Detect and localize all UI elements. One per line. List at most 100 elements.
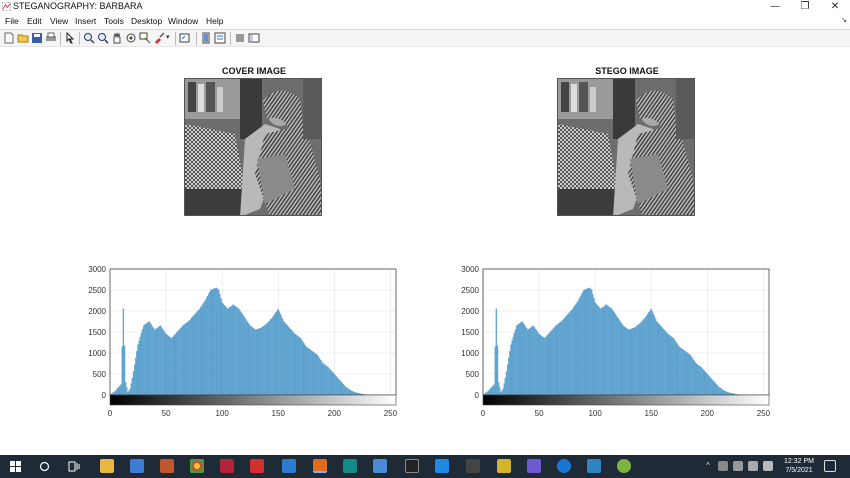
y-tick-label: 2500	[461, 286, 479, 295]
app-icon-13[interactable]	[466, 459, 480, 473]
histogram-bar	[601, 307, 603, 396]
menu-edit[interactable]: Edit	[27, 16, 42, 26]
histogram-bar	[131, 378, 134, 396]
colorbar-icon[interactable]	[200, 32, 212, 44]
menu-view[interactable]: View	[50, 16, 68, 26]
chrome-icon[interactable]	[190, 459, 204, 473]
histogram-bar	[612, 310, 614, 396]
histogram-bar	[288, 327, 291, 396]
app-icon-5[interactable]	[220, 459, 234, 473]
app-icon-15[interactable]	[527, 459, 541, 473]
app-icon-6[interactable]	[250, 459, 264, 473]
histogram-bar	[717, 386, 720, 396]
histogram-bar	[606, 305, 609, 396]
app-icon-10[interactable]	[373, 459, 387, 473]
app-icon-14[interactable]	[497, 459, 511, 473]
histogram-bar	[231, 305, 233, 396]
menu-tools[interactable]: Tools	[104, 16, 124, 26]
brush-icon[interactable]	[153, 32, 165, 44]
zoom-in-icon[interactable]	[83, 32, 95, 44]
menu-file[interactable]: File	[5, 16, 19, 26]
hide-plot-tools-icon[interactable]	[234, 32, 246, 44]
histogram-bar	[674, 339, 676, 396]
grayscale-colorbar	[109, 394, 397, 406]
dock-arrow-icon[interactable]: ↘	[841, 16, 847, 24]
histogram-bar	[259, 328, 261, 396]
histogram-bar	[631, 328, 633, 396]
histogram-bar	[610, 307, 612, 396]
minimize-button[interactable]: —	[760, 0, 790, 14]
histogram-bar	[693, 360, 695, 396]
volume-icon[interactable]	[763, 461, 773, 471]
histogram-bar	[213, 288, 215, 396]
legend-icon[interactable]	[214, 32, 226, 44]
app-icon-3[interactable]	[160, 459, 174, 473]
histogram-bar	[297, 336, 299, 396]
close-button[interactable]: ✕	[820, 0, 850, 14]
link-icon[interactable]	[179, 32, 191, 44]
histogram-bar	[156, 328, 158, 396]
histogram-bar	[200, 307, 202, 396]
app-icon-12[interactable]	[435, 459, 449, 473]
app-icon-18[interactable]	[617, 459, 631, 473]
task-view-icon[interactable]	[68, 461, 80, 472]
histogram-bar	[193, 315, 195, 396]
menu-window[interactable]: Window	[168, 16, 198, 26]
app-icon-7[interactable]	[282, 459, 296, 473]
histogram-bar	[243, 317, 246, 396]
histogram-bar	[642, 319, 644, 396]
histogram-bar	[542, 337, 545, 396]
arduino-icon[interactable]	[343, 459, 357, 473]
histogram-bar	[130, 383, 132, 396]
battery-icon[interactable]	[748, 461, 758, 471]
histogram-bar	[546, 335, 548, 396]
histogram-bar	[121, 346, 123, 396]
histogram-bar	[686, 352, 688, 396]
zoom-out-icon[interactable]	[97, 32, 109, 44]
restore-button[interactable]: ❐	[790, 0, 820, 14]
histogram-bar	[345, 387, 348, 396]
notification-icon[interactable]	[824, 460, 836, 472]
show-plot-tools-icon[interactable]	[248, 32, 260, 44]
brush-dropdown-icon[interactable]: ▾	[166, 33, 170, 41]
menu-desktop[interactable]: Desktop	[131, 16, 162, 26]
print-icon[interactable]	[45, 32, 57, 44]
pointer-icon[interactable]	[64, 32, 76, 44]
pan-icon[interactable]	[111, 32, 123, 44]
system-clock[interactable]: 12:32 PM 7/5/2021	[784, 457, 814, 475]
matlab-icon[interactable]	[313, 459, 327, 473]
histogram-bar	[228, 307, 230, 396]
app-icon-16[interactable]	[557, 459, 571, 473]
histogram-bar	[556, 324, 558, 396]
data-cursor-icon[interactable]	[139, 32, 151, 44]
tray-icon-1[interactable]	[718, 461, 728, 471]
histogram-bar	[202, 303, 204, 396]
app-icon-11[interactable]	[405, 459, 419, 473]
histogram-bar	[724, 391, 726, 396]
windows-start-icon[interactable]	[10, 461, 21, 472]
histogram-bar	[583, 289, 585, 396]
histogram-bar	[165, 333, 167, 396]
histogram-bar	[649, 310, 651, 396]
photos-icon[interactable]	[587, 459, 601, 473]
histogram-bar	[496, 345, 499, 396]
histogram-bar	[566, 315, 568, 396]
histogram-bar	[332, 372, 334, 396]
app-icon-2[interactable]	[130, 459, 144, 473]
menu-insert[interactable]: Insert	[75, 16, 96, 26]
open-file-icon[interactable]	[17, 32, 29, 44]
histogram-bar	[215, 287, 218, 396]
rotate-icon[interactable]	[125, 32, 137, 44]
menu-help[interactable]: Help	[206, 16, 223, 26]
toolbar-separator	[60, 32, 61, 45]
histogram-bar	[561, 320, 564, 396]
save-icon[interactable]	[31, 32, 43, 44]
tray-overflow-icon[interactable]: ^	[706, 461, 710, 470]
cloud-icon[interactable]	[733, 461, 743, 471]
histogram-bar	[595, 303, 597, 396]
x-tick-label: 200	[701, 409, 715, 418]
histogram-bar	[491, 386, 493, 396]
search-icon[interactable]	[39, 461, 50, 472]
file-explorer-icon[interactable]	[100, 459, 114, 473]
new-figure-icon[interactable]	[3, 32, 15, 44]
